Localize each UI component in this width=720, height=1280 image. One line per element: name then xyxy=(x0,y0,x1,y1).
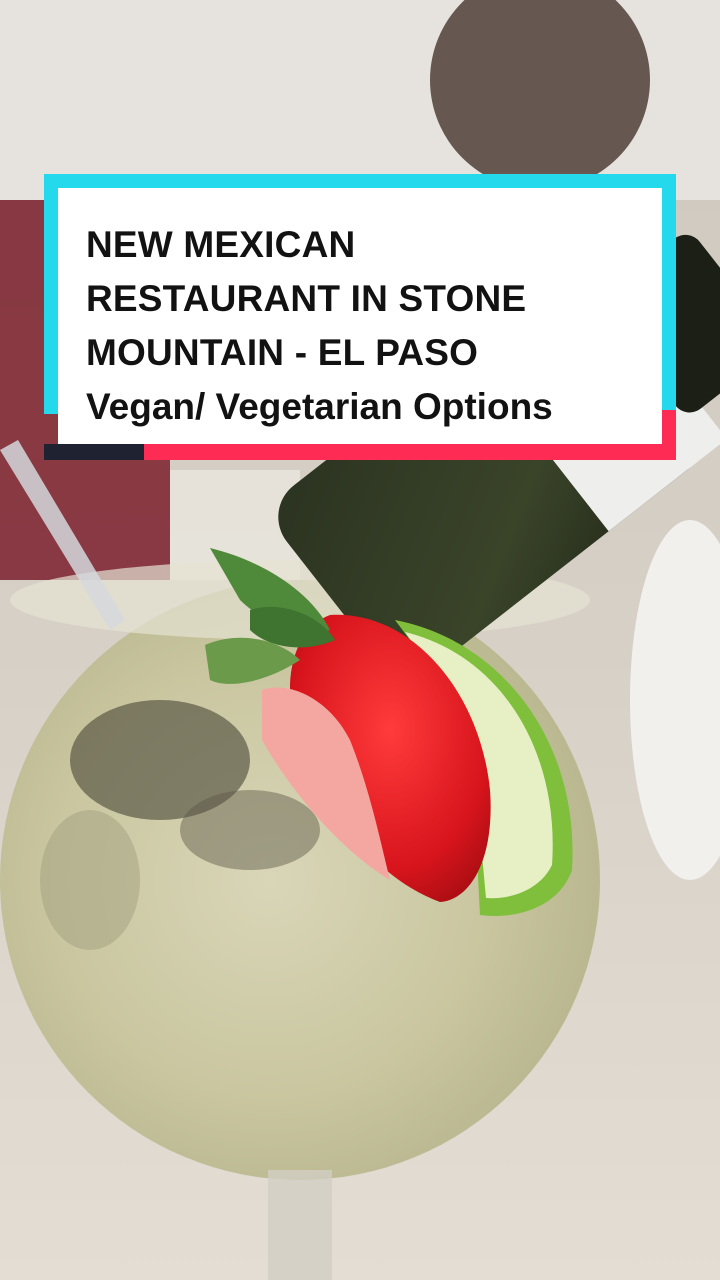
accent-bar-right xyxy=(662,174,676,446)
accent-bar-bottom-red xyxy=(144,444,676,460)
caption-card: NEW MEXICAN RESTAURANT IN STONE MOUNTAIN… xyxy=(58,188,662,444)
accent-bar-right-red xyxy=(662,410,676,460)
accent-bar-top xyxy=(44,174,676,188)
accent-bar-left xyxy=(44,174,58,414)
caption-box: NEW MEXICAN RESTAURANT IN STONE MOUNTAIN… xyxy=(44,174,676,460)
accent-bar-bottom-dark xyxy=(44,444,144,460)
caption-title-line-1: NEW MEXICAN xyxy=(86,224,356,265)
caption-title-line-3: MOUNTAIN - EL PASO xyxy=(86,332,479,373)
caption-title-line-2: RESTAURANT IN STONE xyxy=(86,278,527,319)
caption-subtitle: Vegan/ Vegetarian Options xyxy=(86,386,553,427)
